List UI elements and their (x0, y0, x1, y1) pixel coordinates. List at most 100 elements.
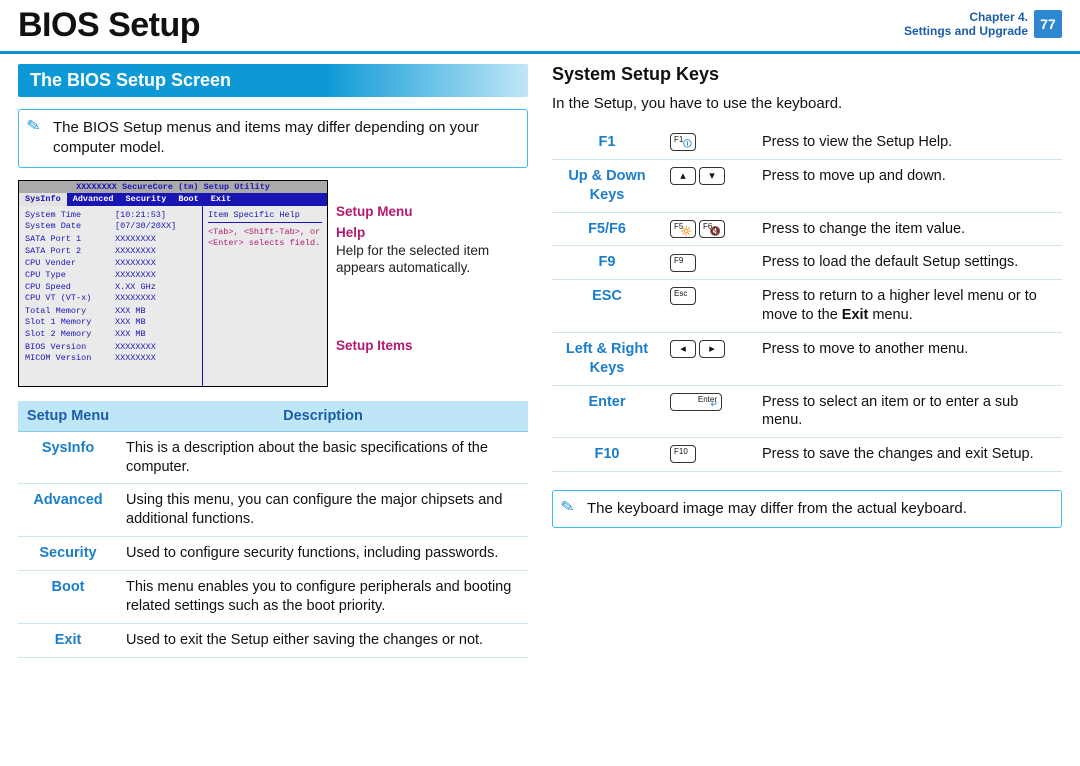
bios-row: CPU VenderXXXXXXXX (25, 258, 196, 269)
setup-menu-th-name: Setup Menu (18, 401, 118, 432)
bios-menu-item: Boot (172, 193, 204, 206)
bios-help-header: Item Specific Help (208, 210, 322, 224)
chapter-label: Chapter 4. (904, 10, 1028, 24)
table-row: F10 F10 Press to save the changes and exit… (552, 438, 1062, 472)
keycap-icon: F10 (670, 445, 696, 463)
section-heading-left: The BIOS Setup Screen (18, 64, 528, 97)
bios-menu-item: Advanced (67, 193, 120, 206)
keycap-icon: ◂ (670, 340, 696, 358)
key-desc: Press to change the item value. (754, 212, 1062, 246)
left-column: The BIOS Setup Screen The BIOS Setup men… (18, 64, 528, 658)
setup-menu-th-desc: Description (118, 401, 528, 432)
menu-name: Security (18, 537, 118, 571)
bios-row: SATA Port 2XXXXXXXX (25, 246, 196, 257)
table-row: F1 F1🛈 Press to view the Setup Help. (552, 126, 1062, 159)
key-desc: Press to save the changes and exit Setup… (754, 438, 1062, 472)
key-name: F10 (552, 438, 662, 472)
key-name: Left & Right Keys (552, 332, 662, 385)
menu-name: SysInfo (18, 431, 118, 484)
bios-items-panel: System Time[10:21:53]System Date[07/30/2… (19, 206, 202, 386)
table-row: F5/F6F5🔆F6🔇Press to change the item valu… (552, 212, 1062, 246)
bios-menu-bar: SysInfoAdvancedSecurityBootExit (19, 193, 327, 206)
bios-row: MICOM VersionXXXXXXXX (25, 353, 196, 364)
menu-name: Exit (18, 623, 118, 657)
bios-row: CPU VT (VT-x)XXXXXXXX (25, 293, 196, 304)
table-row: SysInfoThis is a description about the b… (18, 431, 528, 484)
key-icons: ◂▸ (662, 332, 754, 385)
key-icons: Esc (662, 280, 754, 333)
key-desc: Press to move to another menu. (754, 332, 1062, 385)
menu-name: Advanced (18, 484, 118, 537)
bios-row: CPU TypeXXXXXXXX (25, 270, 196, 281)
key-name: Enter (552, 385, 662, 438)
bios-row: System Date[07/30/20XX] (25, 221, 196, 232)
bios-menu-item: Security (120, 193, 173, 206)
setup-keys-table: F1 F1🛈 Press to view the Setup Help. Up & D… (552, 126, 1062, 472)
keycap-icon: ▾ (699, 167, 725, 185)
key-name: F1 (552, 126, 662, 159)
chapter-subtitle: Settings and Upgrade (904, 24, 1028, 38)
key-name: F9 (552, 246, 662, 280)
menu-desc: This menu enables you to configure perip… (118, 570, 528, 623)
table-row: SecurityUsed to configure security funct… (18, 537, 528, 571)
table-row: AdvancedUsing this menu, you can configu… (18, 484, 528, 537)
page-number: 77 (1034, 10, 1062, 38)
table-row: Up & Down Keys▴▾Press to move up and dow… (552, 159, 1062, 212)
callout-help-text: Help for the selected item appears autom… (336, 242, 528, 277)
setup-menu-table: Setup Menu Description SysInfoThis is a … (18, 401, 528, 658)
keys-intro: In the Setup, you have to use the keyboa… (552, 95, 1062, 112)
bios-menu-item: SysInfo (19, 193, 67, 206)
key-name: ESC (552, 280, 662, 333)
bios-help-body: <Tab>, <Shift-Tab>, or <Enter> selects f… (208, 227, 322, 248)
bios-menu-item: Exit (205, 193, 237, 206)
table-row: F9 F9 Press to load the default Setup sett… (552, 246, 1062, 280)
menu-desc: Used to exit the Setup either saving the… (118, 623, 528, 657)
keycap-icon: F5🔆 (670, 220, 696, 238)
key-desc: Press to move up and down. (754, 159, 1062, 212)
menu-desc: Using this menu, you can configure the m… (118, 484, 528, 537)
callout-setup-menu: Setup Menu (336, 204, 528, 219)
table-row: ExitUsed to exit the Setup either saving… (18, 623, 528, 657)
page-header: BIOS Setup Chapter 4. Settings and Upgra… (0, 0, 1080, 54)
menu-name: Boot (18, 570, 118, 623)
callout-help-title: Help (336, 225, 528, 240)
menu-desc: This is a description about the basic sp… (118, 431, 528, 484)
menu-desc: Used to configure security functions, in… (118, 537, 528, 571)
key-name: Up & Down Keys (552, 159, 662, 212)
key-desc: Press to select an item or to enter a su… (754, 385, 1062, 438)
key-desc: Press to load the default Setup settings… (754, 246, 1062, 280)
callout-setup-items: Setup Items (336, 338, 528, 353)
note-bios-differ: The BIOS Setup menus and items may diffe… (18, 109, 528, 168)
key-icons: F1🛈 (662, 126, 754, 159)
key-icons: ▴▾ (662, 159, 754, 212)
table-row: BootThis menu enables you to configure p… (18, 570, 528, 623)
bios-figure: XXXXXXXX SecureCore (tm) Setup Utility S… (18, 180, 528, 387)
bios-help-panel: Item Specific Help <Tab>, <Shift-Tab>, o… (202, 206, 327, 386)
key-icons: F10 (662, 438, 754, 472)
key-name: F5/F6 (552, 212, 662, 246)
section-heading-right: System Setup Keys (552, 64, 1062, 85)
page-title: BIOS Setup (18, 6, 200, 51)
right-column: System Setup Keys In the Setup, you have… (552, 64, 1062, 658)
keycap-icon: ▸ (699, 340, 725, 358)
bios-row: Slot 2 MemoryXXX MB (25, 329, 196, 340)
key-icons: F9 (662, 246, 754, 280)
keycap-icon: ▴ (670, 167, 696, 185)
bios-screenshot: XXXXXXXX SecureCore (tm) Setup Utility S… (18, 180, 328, 387)
key-desc: Press to view the Setup Help. (754, 126, 1062, 159)
bios-row: System Time[10:21:53] (25, 210, 196, 221)
bios-utility-title: XXXXXXXX SecureCore (tm) Setup Utility (19, 181, 327, 194)
keycap-icon: F1🛈 (670, 133, 696, 151)
key-icons: F5🔆F6🔇 (662, 212, 754, 246)
bios-row: CPU SpeedX.XX GHz (25, 282, 196, 293)
table-row: ESCEscPress to return to a higher level … (552, 280, 1062, 333)
bios-callouts: Setup Menu Help Help for the selected it… (336, 180, 528, 387)
key-icons: Enter↵ (662, 385, 754, 438)
bios-row: Total MemoryXXX MB (25, 306, 196, 317)
bios-row: BIOS VersionXXXXXXXX (25, 342, 196, 353)
bios-row: Slot 1 MemoryXXX MB (25, 317, 196, 328)
keycap-icon: F6🔇 (699, 220, 725, 238)
table-row: Left & Right Keys◂▸Press to move to anot… (552, 332, 1062, 385)
keycap-icon: F9 (670, 254, 696, 272)
table-row: EnterEnter↵Press to select an item or to… (552, 385, 1062, 438)
